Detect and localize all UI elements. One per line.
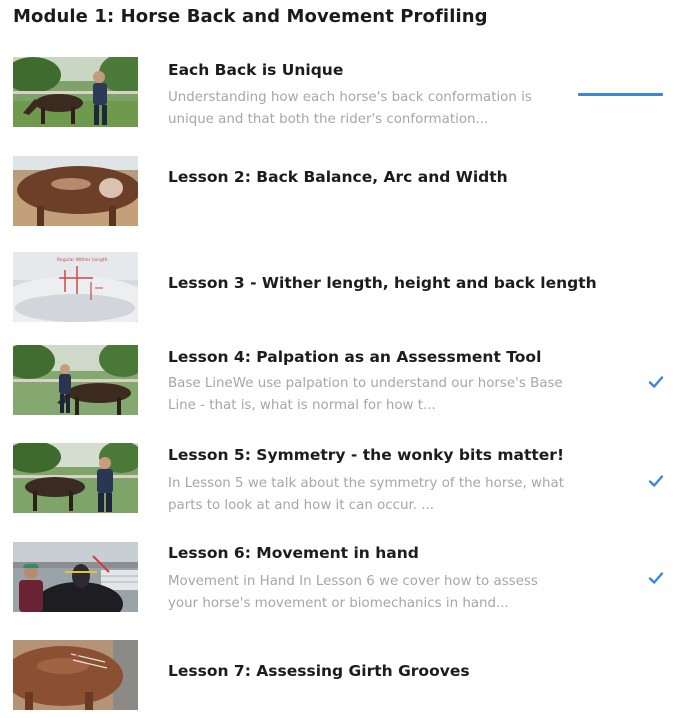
lesson-thumbnail[interactable] — [13, 345, 138, 415]
lesson-title[interactable]: Lesson 5: Symmetry - the wonky bits matt… — [168, 446, 564, 464]
lesson-title[interactable]: Lesson 6: Movement in hand — [168, 544, 419, 562]
lesson-thumbnail[interactable] — [13, 156, 138, 226]
lesson-item-4[interactable]: Lesson 4: Palpation as an Assessment Too… — [0, 345, 687, 419]
lesson-item-6[interactable]: Lesson 6: Movement in hand Movement in H… — [0, 542, 687, 616]
module-title: Module 1: Horse Back and Movement Profil… — [13, 6, 488, 27]
lesson-title[interactable]: Lesson 7: Assessing Girth Grooves — [168, 662, 470, 680]
lesson-thumbnail[interactable]: Regular Wither Length — [13, 252, 138, 322]
checkmark-icon — [648, 475, 664, 487]
lesson-item-7[interactable]: Lesson 7: Assessing Girth Grooves — [0, 640, 687, 714]
lesson-title[interactable]: Each Back is Unique — [168, 61, 343, 79]
lesson-description: In Lesson 5 we talk about the symmetry o… — [168, 476, 564, 513]
horse-back-image — [13, 156, 138, 226]
movement-in-hand-image — [13, 542, 138, 612]
lesson-description: Base LineWe use palpation to understand … — [168, 376, 563, 413]
lesson-thumbnail[interactable] — [13, 443, 138, 513]
course-outline: Module 1: Horse Back and Movement Profil… — [0, 0, 687, 718]
lesson-thumbnail[interactable] — [13, 57, 138, 127]
thumbnail-caption: Regular Wither Length — [57, 257, 108, 263]
palpation-image — [13, 345, 138, 415]
lesson-item-5[interactable]: Lesson 5: Symmetry - the wonky bits matt… — [0, 443, 687, 517]
lesson-item-3[interactable]: Regular Wither Length Lesson 3 - Wither … — [0, 252, 687, 326]
lesson-title[interactable]: Lesson 3 - Wither length, height and bac… — [168, 274, 597, 292]
checkmark-icon — [648, 376, 664, 388]
lesson-description: Movement in Hand In Lesson 6 we cover ho… — [168, 574, 538, 611]
lesson-item-2[interactable]: Lesson 2: Back Balance, Arc and Width — [0, 156, 687, 230]
lesson-thumbnail[interactable] — [13, 542, 138, 612]
current-lesson-progress-indicator — [578, 93, 663, 96]
lesson-description: Understanding how each horse's back conf… — [168, 90, 532, 127]
symmetry-image — [13, 443, 138, 513]
girth-grooves-image — [13, 640, 138, 710]
lesson-thumbnail[interactable] — [13, 640, 138, 710]
checkmark-icon — [648, 572, 664, 584]
lesson-title[interactable]: Lesson 4: Palpation as an Assessment Too… — [168, 348, 541, 366]
wither-measurement-image: Regular Wither Length — [13, 252, 138, 322]
rider-with-horse-image — [13, 57, 138, 127]
lesson-title[interactable]: Lesson 2: Back Balance, Arc and Width — [168, 168, 508, 186]
